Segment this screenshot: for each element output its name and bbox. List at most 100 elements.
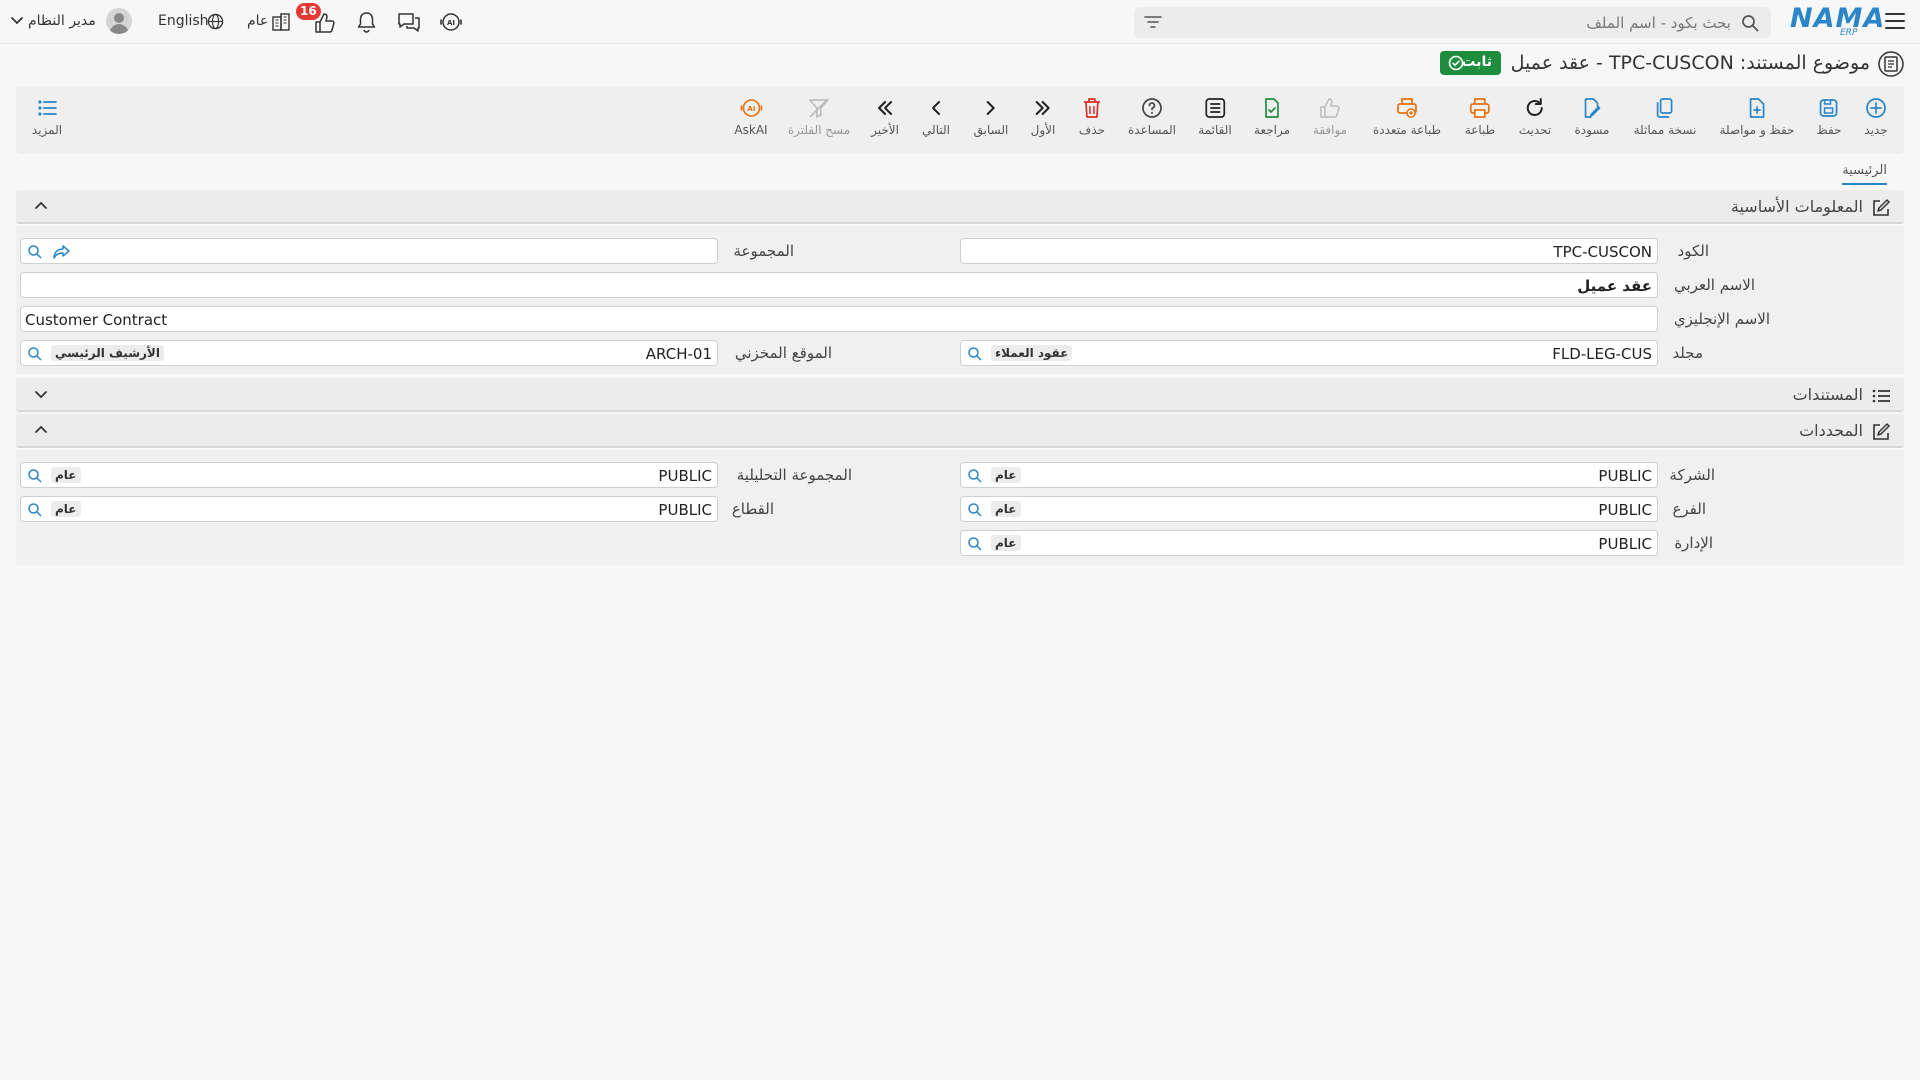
lookup-search-icon[interactable] xyxy=(967,346,983,362)
filter-lines-icon[interactable] xyxy=(1144,15,1162,29)
delete-button[interactable]: حذف xyxy=(1079,96,1105,148)
svg-text:AI: AI xyxy=(747,105,755,113)
department-code: PUBLIC xyxy=(1598,535,1652,553)
storage-location-field[interactable]: ARCH-01 الأرشيف الرئيسي xyxy=(20,340,718,366)
nama-logo[interactable]: NAMA ERP xyxy=(1790,2,1884,38)
plus-circle-icon xyxy=(1864,96,1888,120)
analytic-group-field[interactable]: PUBLIC عام xyxy=(20,462,718,488)
save-continue-button[interactable]: حفظ و مواصلة xyxy=(1720,96,1794,148)
list-icon xyxy=(1203,96,1227,120)
storage-name-chip: الأرشيف الرئيسي xyxy=(51,345,164,361)
clear-filter-button[interactable]: مسح الفلترة xyxy=(788,96,850,148)
department-field[interactable]: PUBLIC عام xyxy=(960,530,1658,556)
previous-record-button[interactable]: السابق xyxy=(974,96,1008,148)
lookup-search-icon[interactable] xyxy=(27,244,43,260)
company-label: الشركة xyxy=(1669,466,1715,484)
duplicate-label: نسخة مماثلة xyxy=(1633,123,1697,137)
analytic-group-name-chip: عام xyxy=(51,467,81,483)
next-record-button[interactable]: التالي xyxy=(922,96,950,148)
documents-section-header[interactable]: المستندات xyxy=(16,378,1904,412)
global-search-input[interactable]: بحث بكود - اسم الملف xyxy=(1134,7,1771,38)
code-label: الكود xyxy=(1677,242,1709,260)
group-field[interactable] xyxy=(20,238,718,264)
edit-file-icon xyxy=(1580,96,1604,120)
filter-off-icon xyxy=(807,96,831,120)
ai-assistant-icon[interactable]: AI xyxy=(439,10,463,34)
hamburger-menu-icon[interactable] xyxy=(1885,12,1905,30)
lookup-search-icon[interactable] xyxy=(967,502,983,518)
approvals-count-badge: 16 xyxy=(296,3,321,20)
lookup-search-icon[interactable] xyxy=(967,536,983,552)
english-name-field[interactable]: Customer Contract xyxy=(20,306,1658,332)
dimensions-section-header[interactable]: المحددات xyxy=(16,414,1904,448)
save-label: حفظ xyxy=(1816,123,1842,137)
folder-field[interactable]: FLD-LEG-CUS عقود العملاء xyxy=(960,340,1658,366)
ask-ai-button[interactable]: AI AskAI xyxy=(734,96,768,148)
printer-icon xyxy=(1468,96,1492,120)
double-chevron-right-icon xyxy=(1031,96,1055,120)
help-label: المساعدة xyxy=(1127,123,1177,137)
chevron-up-icon[interactable] xyxy=(34,424,48,436)
approve-button[interactable]: موافقة xyxy=(1313,96,1347,148)
save-button[interactable]: حفظ xyxy=(1816,96,1842,148)
tab-main[interactable]: الرئيسية xyxy=(1842,163,1887,185)
sector-label: القطاع xyxy=(731,500,774,518)
trash-icon xyxy=(1080,96,1104,120)
duplicate-button[interactable]: نسخة مماثلة xyxy=(1633,96,1697,148)
code-value: TPC-CUSCON xyxy=(1553,243,1652,261)
chevron-down-icon[interactable] xyxy=(34,388,48,400)
code-field[interactable]: TPC-CUSCON xyxy=(960,238,1658,264)
svg-text:AI: AI xyxy=(447,19,455,27)
basic-info-section-header[interactable]: المعلومات الأساسية xyxy=(16,190,1904,224)
sector-field[interactable]: PUBLIC عام xyxy=(20,496,718,522)
building-icon[interactable] xyxy=(271,12,291,32)
more-label: المزيد xyxy=(31,123,63,137)
arabic-name-field[interactable]: عقد عميل xyxy=(20,272,1658,298)
lookup-search-icon[interactable] xyxy=(27,346,43,362)
chat-messages-icon[interactable] xyxy=(397,11,421,33)
new-button[interactable]: جديد xyxy=(1864,96,1888,148)
status-badge: ثابت xyxy=(1440,51,1501,75)
storage-code: ARCH-01 xyxy=(645,345,712,363)
review-label: مراجعة xyxy=(1253,123,1291,137)
review-button[interactable]: مراجعة xyxy=(1254,96,1290,148)
scope-label[interactable]: عام xyxy=(247,13,268,29)
list-button[interactable]: القائمة xyxy=(1198,96,1232,148)
user-menu-chevron-down-icon[interactable] xyxy=(10,14,24,28)
branch-field[interactable]: PUBLIC عام xyxy=(960,496,1658,522)
draft-button[interactable]: مسودة xyxy=(1574,96,1610,148)
globe-icon[interactable] xyxy=(207,13,224,30)
english-name-value: Customer Contract xyxy=(25,311,168,329)
save-disk-icon xyxy=(1817,96,1841,120)
company-field[interactable]: PUBLIC عام xyxy=(960,462,1658,488)
group-label: المجموعة xyxy=(733,242,794,260)
company-code: PUBLIC xyxy=(1598,467,1652,485)
share-arrow-icon[interactable] xyxy=(53,244,71,260)
print-button[interactable]: طباعة xyxy=(1465,96,1495,148)
user-name[interactable]: مدير النظام xyxy=(28,13,96,29)
first-record-button[interactable]: الأول xyxy=(1031,96,1055,148)
documents-title: المستندات xyxy=(1792,385,1863,404)
language-switch-label[interactable]: English xyxy=(158,13,209,29)
page-title: موضوع المستند: TPC-CUSCON - عقد عميل xyxy=(1510,52,1870,74)
draft-label: مسودة xyxy=(1574,123,1610,137)
search-placeholder: بحث بكود - اسم الملف xyxy=(1586,14,1731,32)
notifications-bell-icon[interactable] xyxy=(356,11,377,33)
multi-print-button[interactable]: طباعة متعددة xyxy=(1373,96,1441,148)
lookup-search-icon[interactable] xyxy=(967,468,983,484)
search-icon[interactable] xyxy=(1741,14,1759,32)
analytic-group-label: المجموعة التحليلية xyxy=(736,466,852,484)
next-label: التالي xyxy=(922,123,950,137)
basic-info-title: المعلومات الأساسية xyxy=(1730,197,1863,216)
help-button[interactable]: المساعدة xyxy=(1128,96,1176,148)
user-avatar[interactable] xyxy=(106,8,132,34)
more-button[interactable]: المزيد xyxy=(32,96,62,148)
chevron-up-icon[interactable] xyxy=(34,200,48,212)
last-record-button[interactable]: الأخير xyxy=(871,96,899,148)
action-toolbar: جديد حفظ حفظ و مواصلة نسخة مماثلة مسودة … xyxy=(16,86,1904,154)
top-bar: NAMA ERP بحث بكود - اسم الملف مدير النظا… xyxy=(0,0,1920,44)
chevron-left-icon xyxy=(924,96,948,120)
lookup-search-icon[interactable] xyxy=(27,468,43,484)
refresh-button[interactable]: تحديث xyxy=(1519,96,1551,148)
lookup-search-icon[interactable] xyxy=(27,502,43,518)
